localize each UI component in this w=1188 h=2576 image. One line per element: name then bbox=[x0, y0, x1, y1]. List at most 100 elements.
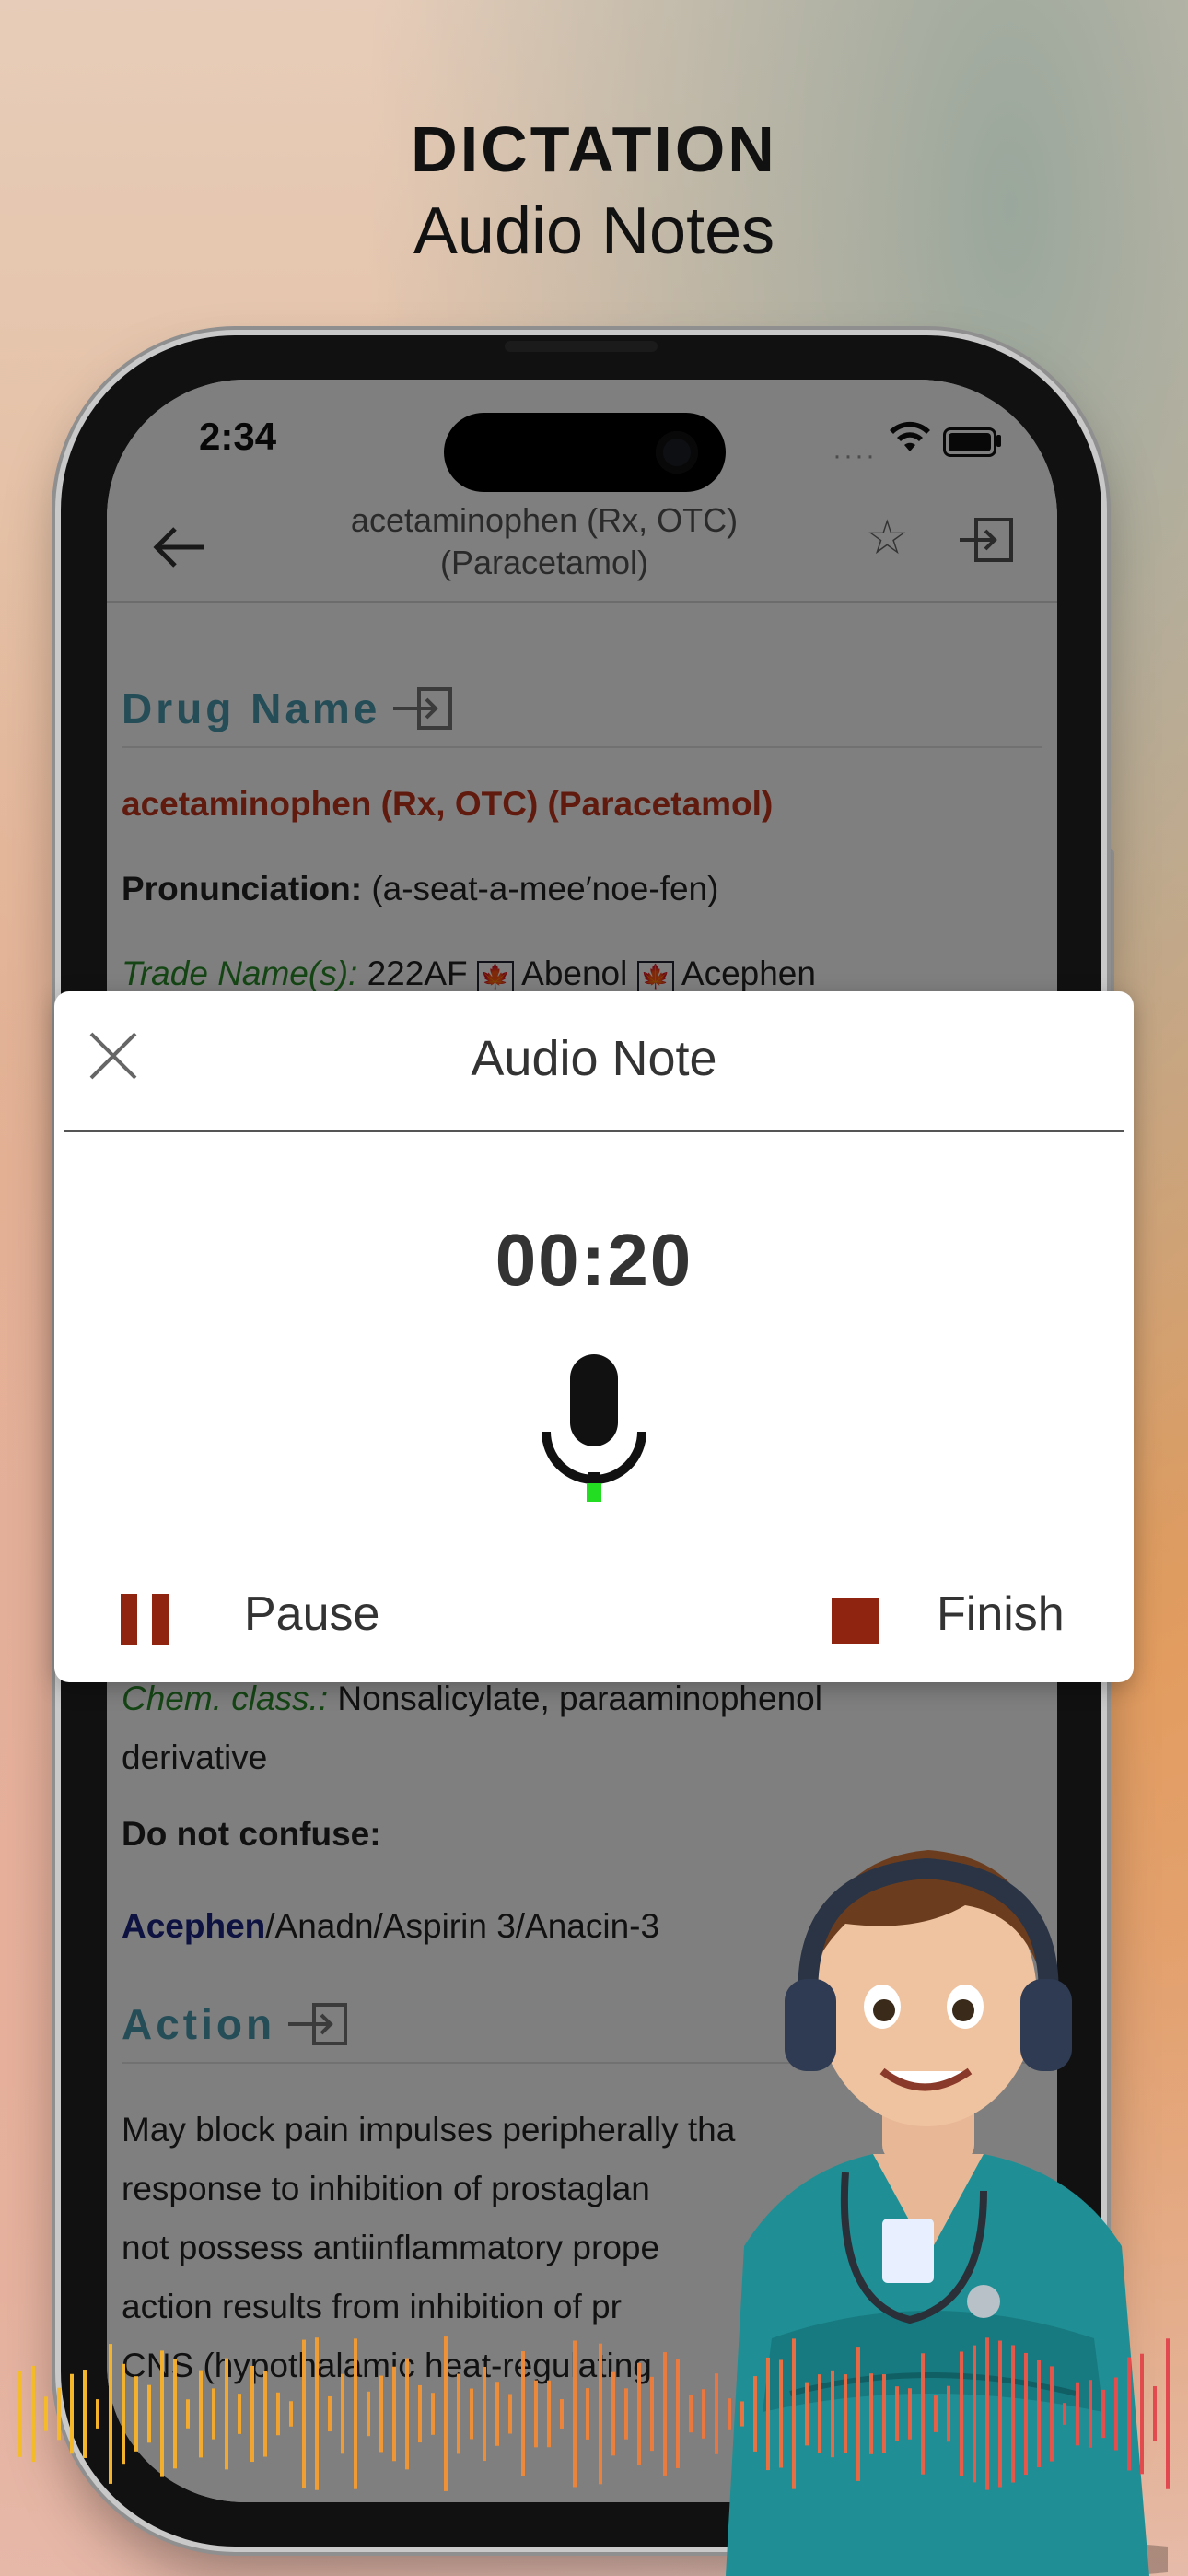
waveform-bar bbox=[70, 2373, 74, 2454]
waveform-bar bbox=[186, 2399, 190, 2429]
waveform-bar bbox=[328, 2395, 332, 2432]
waveform-bar bbox=[57, 2387, 61, 2441]
modal-divider bbox=[64, 1130, 1124, 1132]
phone-speaker bbox=[505, 341, 658, 352]
audio-level-indicator bbox=[587, 1483, 601, 1502]
waveform-bar bbox=[650, 2376, 654, 2452]
waveform-bar bbox=[676, 2359, 680, 2468]
waveform-bar bbox=[250, 2365, 254, 2463]
waveform-bar bbox=[225, 2358, 228, 2470]
waveform-bar bbox=[96, 2399, 99, 2429]
waveform-bar bbox=[134, 2376, 138, 2452]
waveform-bar bbox=[315, 2337, 319, 2490]
waveform-bar bbox=[637, 2362, 641, 2465]
waveform-bar bbox=[599, 2343, 602, 2485]
waveform-bar bbox=[405, 2358, 409, 2470]
stop-icon[interactable] bbox=[832, 1598, 879, 1644]
waveform-bar bbox=[354, 2338, 357, 2489]
waveform-bar bbox=[238, 2394, 241, 2434]
promo-title: DICTATION bbox=[411, 113, 777, 185]
audio-note-modal: Audio Note 00:20 Pause Finish bbox=[54, 991, 1134, 1682]
waveform-bar bbox=[702, 2389, 705, 2439]
waveform-bar bbox=[508, 2394, 512, 2434]
waveform-bar bbox=[160, 2350, 164, 2477]
audio-waveform bbox=[18, 2336, 1170, 2491]
waveform-bar bbox=[521, 2351, 525, 2476]
waveform-bar bbox=[276, 2392, 280, 2436]
finish-button[interactable]: Finish bbox=[937, 1587, 1065, 1642]
waveform-bar bbox=[547, 2380, 551, 2448]
waveform-bar bbox=[908, 2388, 912, 2440]
waveform-bar bbox=[418, 2384, 422, 2443]
waveform-bar bbox=[624, 2388, 628, 2440]
waveform-bar bbox=[985, 2337, 989, 2490]
waveform-bar bbox=[856, 2347, 860, 2481]
waveform-bar bbox=[392, 2366, 396, 2462]
phone-side-button bbox=[52, 829, 59, 931]
waveform-bar bbox=[212, 2388, 215, 2440]
waveform-bar bbox=[1153, 2385, 1157, 2442]
waveform-bar bbox=[31, 2365, 35, 2463]
waveform-bar bbox=[715, 2373, 718, 2454]
waveform-bar bbox=[83, 2370, 87, 2458]
waveform-bar bbox=[1011, 2345, 1015, 2483]
waveform-bar bbox=[844, 2374, 847, 2453]
waveform-bar bbox=[766, 2357, 770, 2471]
waveform-bar bbox=[1114, 2377, 1118, 2451]
waveform-bar bbox=[44, 2396, 48, 2431]
waveform-bar bbox=[728, 2398, 731, 2430]
phone-side-button bbox=[52, 674, 59, 728]
waveform-bar bbox=[1037, 2359, 1041, 2468]
waveform-bar bbox=[109, 2344, 112, 2484]
pause-icon[interactable] bbox=[121, 1594, 170, 1645]
promo-subtitle: Audio Notes bbox=[413, 194, 775, 268]
waveform-bar bbox=[444, 2336, 448, 2491]
waveform-bar bbox=[560, 2399, 564, 2429]
waveform-bar bbox=[882, 2374, 886, 2453]
waveform-bar bbox=[483, 2366, 486, 2462]
waveform-bar bbox=[611, 2371, 615, 2456]
waveform-bar bbox=[1063, 2403, 1066, 2425]
waveform-bar bbox=[779, 2359, 783, 2468]
waveform-bar bbox=[831, 2370, 834, 2458]
waveform-bar bbox=[586, 2388, 589, 2440]
waveform-bar bbox=[1076, 2382, 1079, 2446]
waveform-bar bbox=[998, 2340, 1002, 2488]
waveform-bar bbox=[1089, 2380, 1092, 2448]
waveform-bar bbox=[1024, 2352, 1028, 2476]
waveform-bar bbox=[122, 2363, 125, 2465]
waveform-bar bbox=[869, 2373, 873, 2454]
waveform-bar bbox=[805, 2382, 809, 2446]
waveform-bar bbox=[895, 2386, 899, 2441]
waveform-bar bbox=[663, 2352, 667, 2476]
waveform-bar bbox=[1101, 2389, 1105, 2439]
waveform-bar bbox=[341, 2373, 344, 2454]
phone-side-button bbox=[1107, 849, 1114, 1006]
waveform-bar bbox=[302, 2339, 306, 2488]
waveform-bar bbox=[367, 2391, 370, 2437]
pause-button[interactable]: Pause bbox=[244, 1587, 379, 1642]
waveform-bar bbox=[199, 2370, 203, 2458]
modal-title: Audio Note bbox=[471, 1031, 717, 1086]
waveform-bar bbox=[1050, 2366, 1054, 2462]
waveform-bar bbox=[495, 2382, 499, 2446]
waveform-bar bbox=[457, 2373, 460, 2454]
waveform-bar bbox=[689, 2395, 693, 2433]
waveform-bar bbox=[1140, 2353, 1144, 2475]
waveform-bar bbox=[818, 2374, 821, 2453]
waveform-bar bbox=[18, 2371, 22, 2457]
waveform-bar bbox=[1166, 2338, 1170, 2489]
waveform-bar bbox=[379, 2375, 383, 2453]
waveform-bar bbox=[934, 2395, 938, 2432]
waveform-bar bbox=[753, 2376, 757, 2452]
waveform-bar bbox=[534, 2380, 538, 2448]
waveform-bar bbox=[960, 2351, 963, 2476]
waveform-bar bbox=[973, 2345, 976, 2483]
waveform-bar bbox=[289, 2401, 293, 2427]
waveform-bar bbox=[921, 2353, 925, 2475]
waveform-bar bbox=[573, 2340, 577, 2488]
waveform-bar bbox=[740, 2401, 744, 2427]
waveform-bar bbox=[1127, 2357, 1131, 2471]
waveform-bar bbox=[470, 2388, 473, 2440]
recording-timer: 00:20 bbox=[495, 1219, 693, 1301]
